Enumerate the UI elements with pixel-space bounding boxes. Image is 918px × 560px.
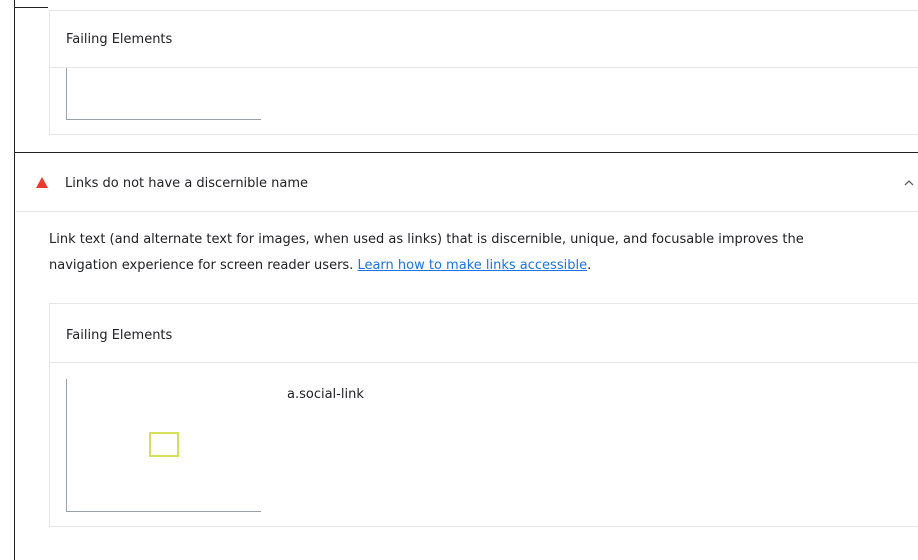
learn-more-link[interactable]: Learn how to make links accessible xyxy=(357,258,587,273)
failing-elements-panel-top: Failing Elements xyxy=(49,10,918,135)
failing-elements-title: Failing Elements xyxy=(66,32,173,47)
failing-elements-header: Failing Elements xyxy=(50,11,918,68)
element-highlight-box xyxy=(149,432,179,457)
audit-title: Links do not have a discernible name xyxy=(65,176,309,191)
chevron-up-icon[interactable] xyxy=(903,178,915,188)
audit-links-discernible-name[interactable]: Links do not have a discernible name xyxy=(16,153,918,212)
failing-node-selector[interactable]: a.social-link xyxy=(287,387,364,403)
failing-elements-header: Failing Elements xyxy=(50,304,918,363)
frame-left-border xyxy=(14,0,15,560)
frame-top-stub xyxy=(14,7,48,8)
audit-description-end: . xyxy=(587,257,592,273)
audit-description: Link text (and alternate text for images… xyxy=(49,227,869,278)
failing-elements-title: Failing Elements xyxy=(66,328,173,343)
element-screenshot-thumbnail xyxy=(66,68,261,120)
warning-triangle-icon xyxy=(36,177,48,188)
